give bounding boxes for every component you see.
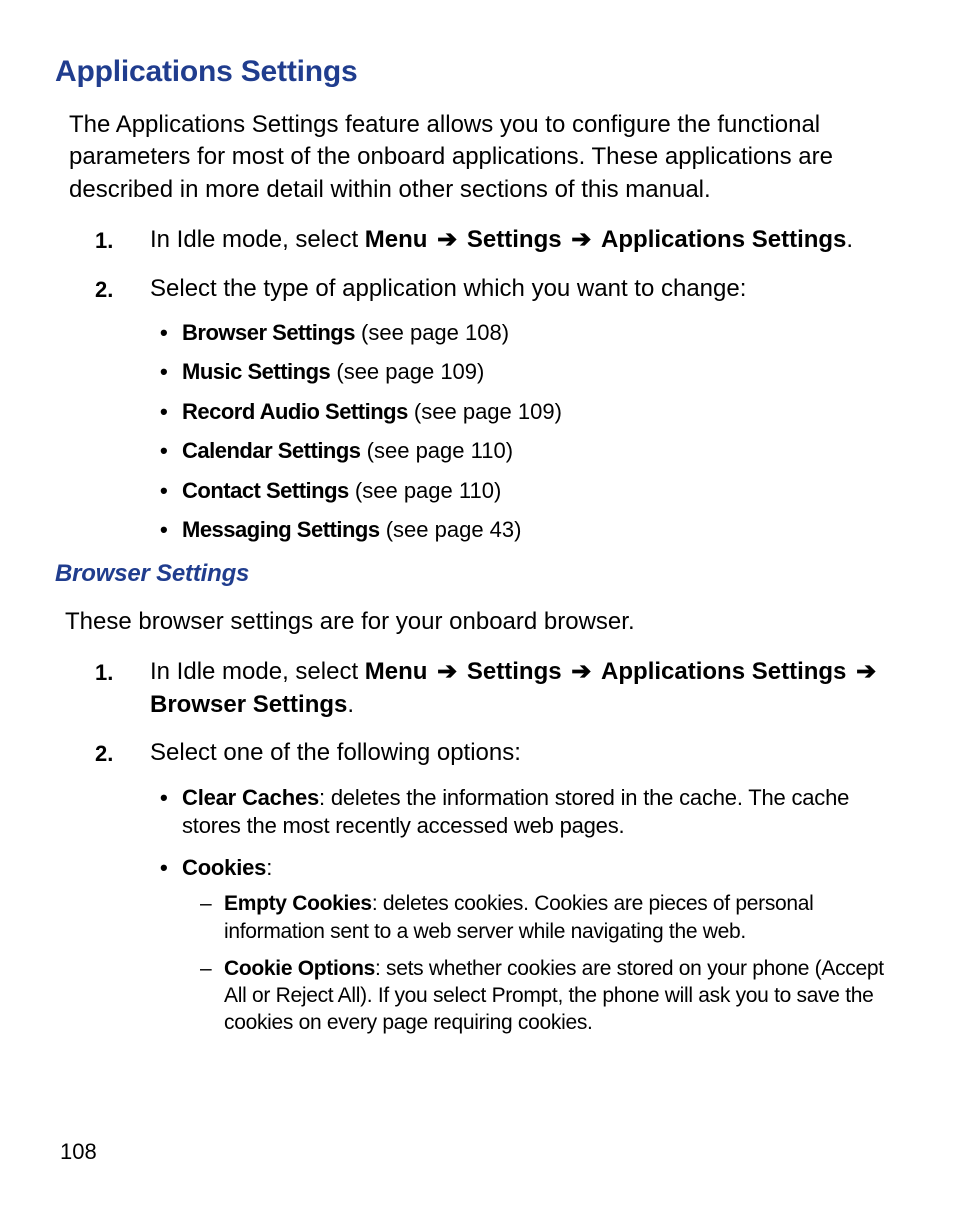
application-types-list: Browser Settings (see page 108) Music Se… — [160, 319, 899, 544]
list-item: Music Settings (see page 109) — [160, 358, 899, 386]
arrow-icon: ➔ — [437, 658, 457, 685]
list-item: Messaging Settings (see page 43) — [160, 516, 899, 544]
step-text: In Idle mode, select Menu ➔ Settings ➔ A… — [150, 658, 879, 717]
section-heading: Applications Settings — [55, 55, 899, 89]
step-1: 1. In Idle mode, select Menu ➔ Settings … — [95, 224, 899, 256]
list-item: Contact Settings (see page 110) — [160, 477, 899, 505]
list-item: Cookies: Empty Cookies: deletes cookies.… — [160, 854, 899, 1037]
step-text: Select the type of application which you… — [150, 275, 746, 302]
arrow-icon: ➔ — [571, 226, 591, 253]
arrow-icon: ➔ — [571, 658, 591, 685]
step-number: 2. — [95, 275, 113, 305]
page-number: 108 — [60, 1139, 97, 1165]
list-item: Record Audio Settings (see page 109) — [160, 398, 899, 426]
cookies-suboptions: Empty Cookies: deletes cookies. Cookies … — [200, 890, 899, 1036]
browser-step-2: 2. Select one of the following options: … — [95, 737, 899, 1037]
browser-options-list: Clear Caches: deletes the information st… — [160, 784, 899, 1037]
sublist-item: Cookie Options: sets whether cookies are… — [200, 955, 899, 1037]
step-number: 2. — [95, 739, 113, 769]
list-item: Calendar Settings (see page 110) — [160, 437, 899, 465]
arrow-icon: ➔ — [437, 226, 457, 253]
list-item: Clear Caches: deletes the information st… — [160, 784, 899, 841]
subsection-intro: These browser settings are for your onbo… — [65, 606, 899, 638]
step-number: 1. — [95, 226, 113, 256]
step-2: 2. Select the type of application which … — [95, 273, 899, 544]
step-text: Select one of the following options: — [150, 739, 521, 766]
browser-step-1: 1. In Idle mode, select Menu ➔ Settings … — [95, 656, 899, 721]
step-text: In Idle mode, select Menu ➔ Settings ➔ A… — [150, 226, 853, 253]
step-number: 1. — [95, 658, 113, 688]
intro-paragraph: The Applications Settings feature allows… — [69, 109, 899, 206]
sublist-item: Empty Cookies: deletes cookies. Cookies … — [200, 890, 899, 945]
list-item: Browser Settings (see page 108) — [160, 319, 899, 347]
subsection-heading: Browser Settings — [55, 560, 899, 588]
arrow-icon: ➔ — [856, 658, 876, 685]
